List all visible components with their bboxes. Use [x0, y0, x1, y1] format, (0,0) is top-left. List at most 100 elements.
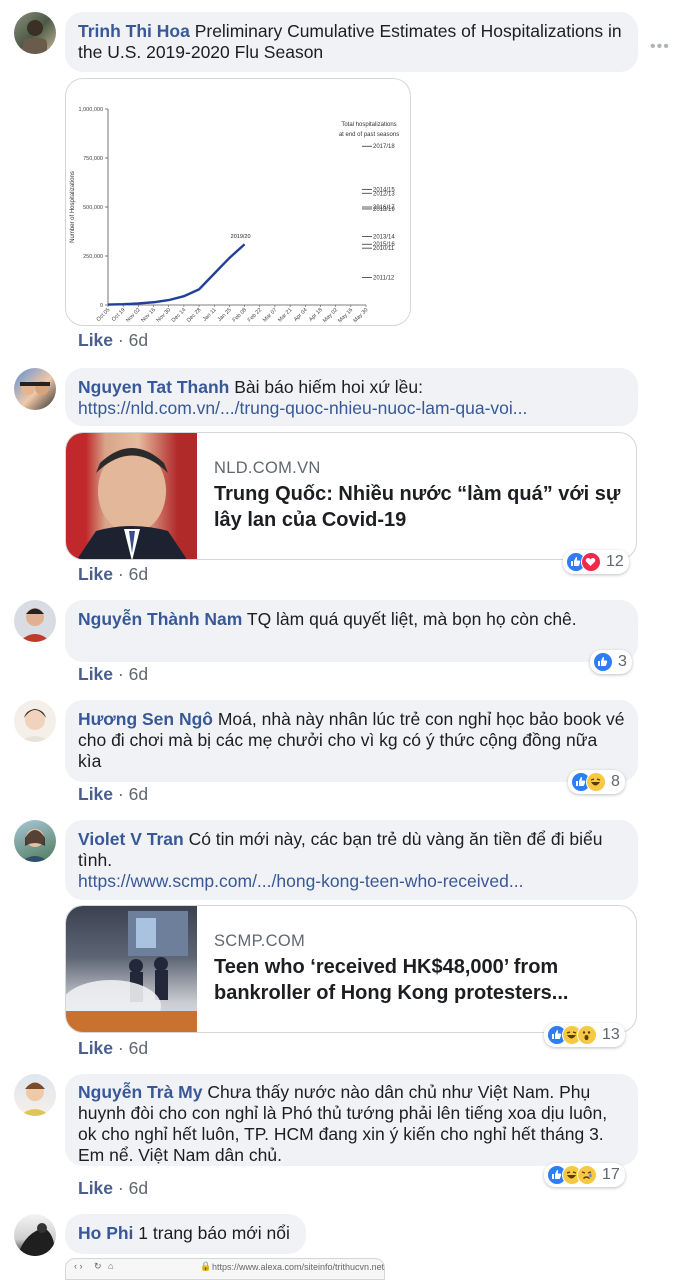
- reaction-count: 12: [606, 553, 624, 570]
- timestamp[interactable]: 6d: [129, 330, 148, 350]
- avatar[interactable]: [14, 12, 56, 54]
- avatar[interactable]: [14, 820, 56, 862]
- hospitalization-chart: 0 250,000 500,000 750,000 1,000,000 Number of…: [70, 107, 399, 324]
- x-tick-label: Jan 25: [217, 307, 233, 323]
- commenter-name[interactable]: Nguyễn Thành Nam: [78, 609, 242, 629]
- commenter-name[interactable]: Nguyen Tat Thanh: [78, 377, 229, 397]
- love-reaction-icon: [581, 552, 601, 572]
- timestamp[interactable]: 6d: [129, 1038, 148, 1058]
- screenshot-preview[interactable]: ‹ › ↻ ⌂ 🔒 https://www.alexa.com/siteinfo…: [65, 1258, 385, 1280]
- comment-link[interactable]: https://www.scmp.com/.../hong-kong-teen-…: [78, 871, 625, 892]
- timestamp[interactable]: 6d: [129, 784, 148, 804]
- avatar[interactable]: [14, 1074, 56, 1116]
- sad-reaction-icon: [577, 1165, 597, 1185]
- home-icon: ⌂: [108, 1261, 114, 1271]
- x-tick-label: Mar 21: [277, 307, 293, 323]
- more-options-icon[interactable]: •••: [650, 38, 670, 56]
- comment-bubble: Ho Phi 1 trang báo mới nổi: [65, 1214, 306, 1254]
- reference-line-label: 2010/11: [373, 246, 395, 252]
- legend-title: Total hospitalizations: [341, 122, 396, 128]
- chart-image[interactable]: 0 250,000 500,000 750,000 1,000,000 Number of…: [65, 78, 411, 326]
- comment-meta: Like · 6d: [78, 1038, 149, 1058]
- x-tick-label: Apr 04: [293, 307, 309, 323]
- legend-title: at end of past seasons: [339, 132, 399, 138]
- link-domain: SCMP.COM: [214, 932, 306, 950]
- haha-reaction-icon: [586, 772, 606, 792]
- reactions-badge[interactable]: 12: [563, 550, 629, 574]
- address-bar-url: https://www.alexa.com/siteinfo/trithucvn…: [212, 1262, 385, 1272]
- lock-icon: 🔒: [200, 1261, 212, 1271]
- comment-text: TQ làm quá quyết liệt, mà bọn họ còn chê…: [246, 609, 577, 629]
- y-tick-label: 1,000,000: [79, 107, 103, 113]
- link-thumbnail: [66, 433, 197, 559]
- like-link[interactable]: Like: [78, 1178, 113, 1198]
- link-preview-card[interactable]: NLD.COM.VN Trung Quốc: Nhiều nước “làm q…: [65, 432, 637, 560]
- comment-meta: Like · 6d: [78, 330, 149, 350]
- comment-meta: Like · 6d: [78, 564, 149, 584]
- reaction-count: 13: [602, 1026, 620, 1043]
- commenter-name[interactable]: Nguyễn Trà My: [78, 1082, 202, 1102]
- like-link[interactable]: Like: [78, 664, 113, 684]
- reload-icon: ↻: [94, 1261, 102, 1271]
- comment-bubble: Nguyễn Thành Nam TQ làm quá quyết liệt, …: [65, 600, 638, 662]
- x-tick-label: May 30: [352, 307, 369, 324]
- y-tick-label: 250,000: [83, 254, 103, 260]
- avatar[interactable]: [14, 368, 56, 410]
- comment-link[interactable]: https://nld.com.vn/.../trung-quoc-nhieu-…: [78, 398, 625, 419]
- x-tick-label: May 16: [337, 307, 354, 324]
- timestamp[interactable]: 6d: [129, 564, 148, 584]
- x-tick-label: Feb 22: [247, 307, 263, 323]
- comment-meta: Like · 6d: [78, 784, 149, 804]
- commenter-name[interactable]: Hương Sen Ngô: [78, 709, 213, 729]
- comment-bubble: Violet V Tran Có tin mới này, các bạn tr…: [65, 820, 638, 900]
- reaction-count: 8: [611, 773, 620, 790]
- x-tick-label: Oct 19: [111, 307, 127, 323]
- x-tick-label: Mar 07: [262, 307, 278, 323]
- link-thumbnail: [66, 906, 197, 1032]
- commenter-name[interactable]: Violet V Tran: [78, 829, 184, 849]
- link-title[interactable]: Trung Quốc: Nhiều nước “làm quá” với sự …: [214, 481, 622, 533]
- reference-line-label: 2013/14: [373, 234, 395, 240]
- series-line: [107, 243, 246, 306]
- back-icon: ‹ ›: [74, 1261, 83, 1271]
- comment-bubble: Nguyễn Trà My Chưa thấy nước nào dân chủ…: [65, 1074, 638, 1166]
- reaction-count: 17: [602, 1166, 620, 1183]
- timestamp[interactable]: 6d: [129, 664, 148, 684]
- commenter-name[interactable]: Ho Phi: [78, 1223, 133, 1243]
- comment-bubble: Trinh Thi Hoa Preliminary Cumulative Est…: [65, 12, 638, 72]
- like-link[interactable]: Like: [78, 330, 113, 350]
- x-tick-label: Nov 30: [156, 307, 173, 324]
- comment-bubble: Nguyen Tat Thanh Bài báo hiếm hoi xứ lều…: [65, 368, 638, 426]
- reference-line-label: 2017/18: [373, 144, 395, 150]
- timestamp[interactable]: 6d: [129, 1178, 148, 1198]
- comment-text: Bài báo hiếm hoi xứ lều:: [234, 377, 423, 397]
- reference-line-label: 2011/12: [373, 276, 395, 282]
- like-link[interactable]: Like: [78, 784, 113, 804]
- link-domain: NLD.COM.VN: [214, 459, 321, 477]
- reference-line-label: 2018/19: [373, 207, 395, 213]
- x-tick-label: Oct 05: [96, 307, 112, 323]
- commenter-name[interactable]: Trinh Thi Hoa: [78, 21, 190, 41]
- reactions-badge[interactable]: 17: [544, 1163, 625, 1187]
- wow-reaction-icon: [577, 1025, 597, 1045]
- y-tick-label: 0: [100, 303, 103, 309]
- avatar[interactable]: [14, 1214, 56, 1256]
- link-preview-card[interactable]: SCMP.COM Teen who ‘received HK$48,000’ f…: [65, 905, 637, 1033]
- reactions-badge[interactable]: 8: [568, 770, 625, 794]
- x-tick-label: Feb 08: [232, 307, 248, 323]
- y-tick-label: 500,000: [83, 205, 103, 211]
- x-tick-label: Dec 14: [171, 307, 188, 324]
- avatar[interactable]: [14, 700, 56, 742]
- x-tick-label: Nov 16: [140, 307, 157, 324]
- y-tick-label: 750,000: [83, 156, 103, 162]
- reactions-badge[interactable]: 13: [544, 1023, 625, 1047]
- x-tick-label: Nov 02: [125, 307, 142, 324]
- link-title[interactable]: Teen who ‘received HK$48,000’ from bankr…: [214, 954, 622, 1006]
- like-link[interactable]: Like: [78, 564, 113, 584]
- x-tick-label: Dec 28: [186, 307, 203, 324]
- like-reaction-icon: [593, 652, 613, 672]
- reaction-count: 3: [618, 653, 627, 670]
- avatar[interactable]: [14, 600, 56, 642]
- reactions-badge[interactable]: 3: [590, 650, 632, 674]
- like-link[interactable]: Like: [78, 1038, 113, 1058]
